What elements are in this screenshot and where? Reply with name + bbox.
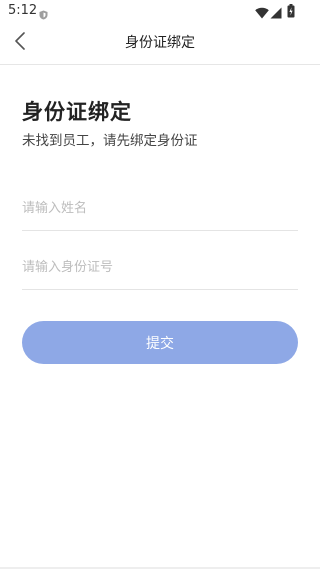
submit-button[interactable]: 提交 xyxy=(22,321,298,364)
status-time: 5:12 xyxy=(8,3,38,18)
wifi-icon xyxy=(255,4,269,23)
page-subtitle: 未找到员工，请先绑定身份证 xyxy=(22,133,198,149)
signal-icon xyxy=(270,4,282,23)
name-input[interactable] xyxy=(22,188,298,228)
nav-title: 身份证绑定 xyxy=(125,35,195,51)
status-bar: 5:12 xyxy=(0,0,320,22)
name-field xyxy=(22,188,298,231)
page-title: 身份证绑定 xyxy=(22,100,132,124)
battery-icon xyxy=(287,3,295,22)
id-number-input[interactable] xyxy=(22,247,298,287)
id-number-field xyxy=(22,247,298,290)
nav-bar: 身份证绑定 xyxy=(0,22,320,65)
